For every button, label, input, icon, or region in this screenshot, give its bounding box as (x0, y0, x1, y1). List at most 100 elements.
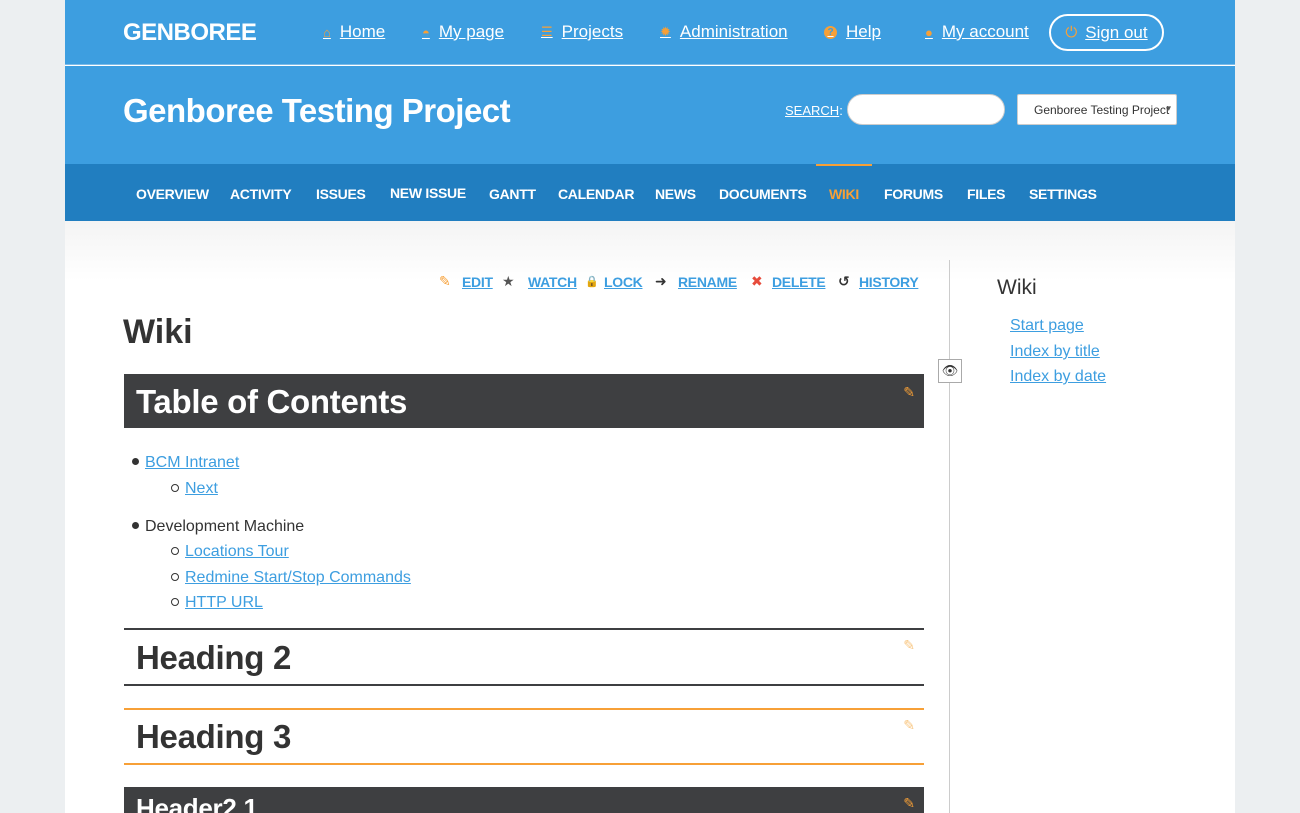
circle-bullet-icon (171, 598, 179, 606)
search-label[interactable]: SEARCH: (785, 103, 843, 118)
content-gradient (65, 221, 1235, 281)
top-link-help[interactable]: ? Help (824, 22, 881, 42)
toc-item: BCM Intranet (132, 454, 239, 472)
top-link-home[interactable]: ⌂ Home (323, 22, 385, 42)
section-heading-2: Heading 2 ✎ (124, 628, 924, 686)
selected-tab-indicator (816, 164, 872, 166)
toc-subitem: Locations Tour (171, 543, 289, 561)
sidebar: Wiki Start page Index by title Index by … (997, 276, 1106, 385)
project-jump-select[interactable]: Genboree Testing Project ▾ (1017, 94, 1177, 125)
sidebar-link-index-by-date[interactable]: Index by date (1010, 368, 1106, 386)
edit-link[interactable]: EDIT (462, 274, 493, 290)
project-jump-value: Genboree Testing Project (1034, 103, 1170, 117)
edit-section-icon[interactable]: ✎ (903, 795, 915, 812)
delete-link[interactable]: DELETE (772, 274, 826, 290)
top-link-administration[interactable]: ✹ Administration (660, 22, 788, 42)
section-heading-2-1: Header2.1 ✎ (124, 787, 924, 813)
bullet-icon (132, 522, 139, 529)
history-icon: ↺ (838, 273, 850, 289)
heading-text: Header2.1 (136, 793, 258, 813)
lock-link[interactable]: LOCK (604, 274, 643, 290)
edit-icon: ✎ (439, 273, 451, 289)
sidebar-link-index-by-title[interactable]: Index by title (1010, 343, 1100, 361)
page-title: Wiki (123, 313, 193, 351)
toc-item: Development Machine (132, 518, 305, 536)
heading-text: Table of Contents (136, 383, 408, 420)
top-link-label: Help (846, 22, 881, 41)
page: GENBOREE ⌂ Home ◓ My page ☰ Projects ✹ A… (65, 0, 1235, 813)
tab-forums[interactable]: FORUMS (884, 186, 943, 202)
heading-text: Heading 2 (136, 639, 292, 676)
edit-section-icon[interactable]: ✎ (903, 384, 915, 401)
hide-sidebar-button[interactable]: 👁 (938, 359, 962, 383)
toc-subitem: Next (171, 480, 218, 498)
search-input[interactable] (847, 94, 1005, 125)
circle-bullet-icon (171, 484, 179, 492)
search-label-text: SEARCH (785, 103, 840, 118)
top-link-label: My page (438, 22, 505, 41)
tab-new-issue[interactable]: NEW ISSUE (390, 185, 466, 201)
toc-link-bcm-intranet[interactable]: BCM Intranet (145, 454, 239, 471)
top-menu: GENBOREE ⌂ Home ◓ My page ☰ Projects ✹ A… (65, 0, 1235, 65)
user-icon: ● (925, 24, 933, 40)
lock-icon: 🔒 (585, 276, 599, 288)
top-link-projects[interactable]: ☰ Projects (541, 22, 623, 42)
power-icon: ⏻ (1065, 24, 1078, 41)
tab-calendar[interactable]: CALENDAR (558, 186, 634, 202)
toc-link-next[interactable]: Next (185, 480, 218, 497)
header: Genboree Testing Project SEARCH: Genbore… (65, 66, 1235, 164)
home-icon: ⌂ (323, 24, 331, 40)
edit-section-icon[interactable]: ✎ (903, 717, 915, 734)
tab-files[interactable]: FILES (967, 186, 1005, 202)
toc-link-redmine-commands[interactable]: Redmine Start/Stop Commands (185, 569, 411, 586)
bullet-icon (132, 458, 139, 465)
dashboard-icon: ◓ (422, 24, 430, 40)
section-heading-toc: Table of Contents ✎ (124, 374, 924, 428)
tab-news[interactable]: NEWS (655, 186, 696, 202)
top-link-my-page[interactable]: ◓ My page (422, 22, 504, 42)
gear-icon: ✹ (660, 24, 671, 39)
tab-issues[interactable]: ISSUES (316, 186, 366, 202)
heading-text: Heading 3 (136, 718, 292, 755)
star-icon: ★ (502, 273, 515, 289)
history-link[interactable]: HISTORY (859, 274, 919, 290)
toc-link-http-url[interactable]: HTTP URL (185, 594, 263, 611)
arrow-right-icon: ➜ (655, 273, 667, 289)
toc-text-development-machine: Development Machine (145, 518, 305, 535)
tab-gantt[interactable]: GANTT (489, 186, 536, 202)
toc-subitem: Redmine Start/Stop Commands (171, 569, 411, 587)
toc-link-locations-tour[interactable]: Locations Tour (185, 543, 289, 560)
toc-subitem: HTTP URL (171, 594, 263, 612)
logo[interactable]: GENBOREE (123, 19, 257, 47)
watch-link[interactable]: WATCH (528, 274, 577, 290)
main-menu: OVERVIEW ACTIVITY ISSUES NEW ISSUE GANTT… (65, 164, 1235, 221)
tab-documents[interactable]: DOCUMENTS (719, 186, 807, 202)
circle-bullet-icon (171, 573, 179, 581)
project-title[interactable]: Genboree Testing Project (123, 92, 511, 130)
delete-icon: ✖ (751, 273, 763, 289)
top-link-label: My account (941, 22, 1029, 41)
sidebar-link-start-page[interactable]: Start page (1010, 317, 1084, 335)
rename-link[interactable]: RENAME (678, 274, 737, 290)
chevron-down-icon: ▾ (1166, 103, 1171, 113)
sidebar-title: Wiki (997, 276, 1037, 299)
sidebar-divider (949, 260, 950, 813)
top-link-label: Projects (561, 22, 624, 41)
tab-activity[interactable]: ACTIVITY (230, 186, 292, 202)
top-link-label: Home (339, 22, 386, 41)
top-link-label: Administration (679, 22, 788, 41)
contextual-actions: ✎ EDIT ★ WATCH 🔒 LOCK ➜ RENAME ✖ DELETE … (437, 273, 927, 293)
list-icon: ☰ (541, 24, 553, 39)
tab-wiki[interactable]: WIKI (829, 186, 859, 202)
sign-out-button[interactable]: ⏻ Sign out (1049, 14, 1164, 51)
tab-settings[interactable]: SETTINGS (1029, 186, 1097, 202)
top-link-my-account[interactable]: ● My account (925, 22, 1029, 42)
circle-bullet-icon (171, 547, 179, 555)
eye-icon: 👁 (941, 363, 959, 378)
section-heading-3: Heading 3 ✎ (124, 708, 924, 765)
tab-overview[interactable]: OVERVIEW (136, 186, 209, 202)
edit-section-icon[interactable]: ✎ (903, 637, 915, 654)
search-label-colon: : (839, 103, 843, 118)
sign-out-label: Sign out (1085, 22, 1148, 42)
help-icon: ? (824, 25, 837, 39)
